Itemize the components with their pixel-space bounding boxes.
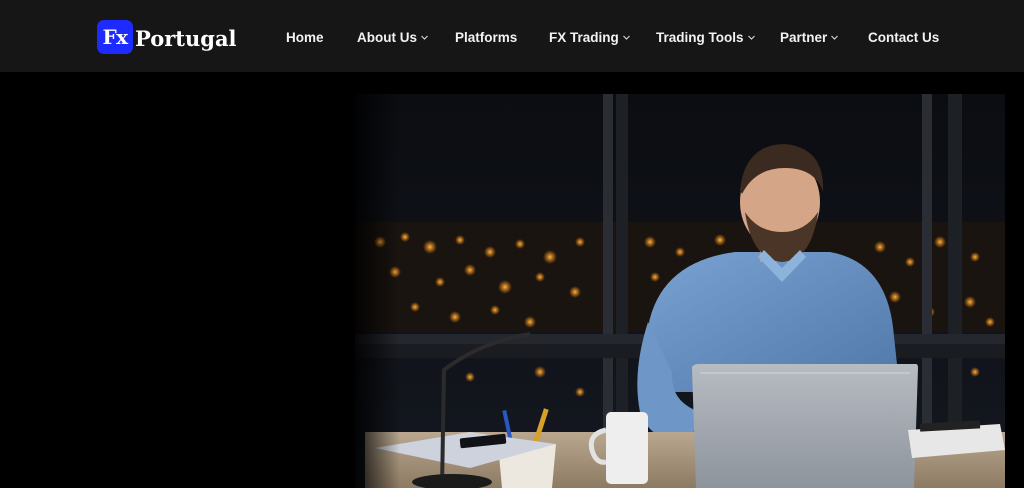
nav-item-partner[interactable]: Partner	[780, 27, 839, 47]
main-nav: Home About Us Platforms FX Trading Tradi…	[0, 0, 1024, 72]
chevron-down-icon	[830, 33, 839, 42]
nav-item-fx-trading[interactable]: FX Trading	[549, 27, 631, 47]
nav-item-label: Home	[286, 29, 324, 45]
nav-item-trading-tools[interactable]: Trading Tools	[656, 27, 756, 47]
nav-item-platforms[interactable]: Platforms	[455, 27, 517, 47]
hero-image	[0, 72, 1005, 488]
chevron-down-icon	[622, 33, 631, 42]
nav-item-home[interactable]: Home	[286, 27, 324, 47]
nav-item-label: Trading Tools	[656, 29, 744, 45]
site-header: Fx Portugal Home About Us Platforms FX T…	[0, 0, 1024, 72]
nav-item-contact-us[interactable]: Contact Us	[868, 27, 939, 47]
chevron-down-icon	[747, 33, 756, 42]
hero-banner	[0, 72, 1024, 488]
nav-item-label: Partner	[780, 29, 828, 45]
nav-item-label: FX Trading	[549, 29, 619, 45]
nav-item-label: About Us	[357, 29, 417, 45]
chevron-down-icon	[420, 33, 429, 42]
nav-item-label: Contact Us	[868, 29, 940, 45]
nav-item-about-us[interactable]: About Us	[357, 27, 429, 47]
nav-item-label: Platforms	[455, 29, 518, 45]
